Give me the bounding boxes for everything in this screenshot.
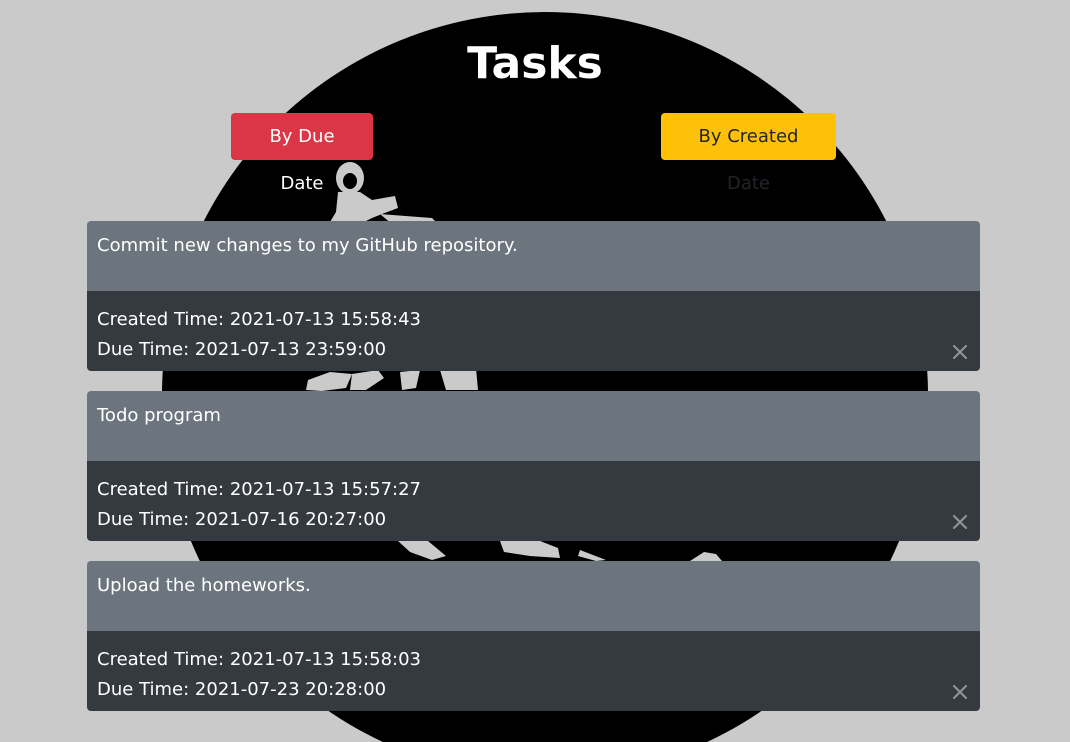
created-time: Created Time: 2021-07-13 15:58:43 (97, 305, 970, 335)
due-time-label: Due Time: (97, 339, 190, 360)
created-time-label: Created Time: (97, 309, 225, 330)
created-time: Created Time: 2021-07-13 15:58:03 (97, 645, 970, 675)
close-icon[interactable] (952, 344, 968, 360)
due-time: Due Time: 2021-07-23 20:28:00 (97, 675, 970, 705)
close-icon[interactable] (952, 684, 968, 700)
due-time-label: Due Time: (97, 509, 190, 530)
task-title: Upload the homeworks. (87, 561, 980, 631)
task-card: Commit new changes to my GitHub reposito… (87, 221, 980, 371)
created-time-value: 2021-07-13 15:58:43 (229, 309, 421, 330)
created-time-label: Created Time: (97, 649, 225, 670)
task-card: Todo program Created Time: 2021-07-13 15… (87, 391, 980, 541)
due-time: Due Time: 2021-07-13 23:59:00 (97, 335, 970, 365)
task-title: Todo program (87, 391, 980, 461)
created-time-value: 2021-07-13 15:57:27 (229, 479, 421, 500)
due-time-value: 2021-07-13 23:59:00 (194, 339, 387, 360)
sort-by-due-date-button[interactable]: By Due Date (231, 113, 373, 194)
created-time: Created Time: 2021-07-13 15:57:27 (97, 475, 970, 505)
due-time-value: 2021-07-23 20:28:00 (194, 679, 387, 700)
task-list: Commit new changes to my GitHub reposito… (87, 221, 980, 731)
page-title: Tasks (467, 38, 603, 89)
created-time-label: Created Time: (97, 479, 225, 500)
task-details: Created Time: 2021-07-13 15:57:27 Due Ti… (87, 461, 980, 541)
due-time: Due Time: 2021-07-16 20:27:00 (97, 505, 970, 535)
task-card: Upload the homeworks. Created Time: 2021… (87, 561, 980, 711)
close-icon[interactable] (952, 514, 968, 530)
due-time-value: 2021-07-16 20:27:00 (194, 509, 387, 530)
due-time-label: Due Time: (97, 679, 190, 700)
task-details: Created Time: 2021-07-13 15:58:43 Due Ti… (87, 291, 980, 371)
task-title: Commit new changes to my GitHub reposito… (87, 221, 980, 291)
sort-by-created-date-button[interactable]: By Created Date (661, 113, 836, 194)
created-time-value: 2021-07-13 15:58:03 (229, 649, 421, 670)
task-details: Created Time: 2021-07-13 15:58:03 Due Ti… (87, 631, 980, 711)
